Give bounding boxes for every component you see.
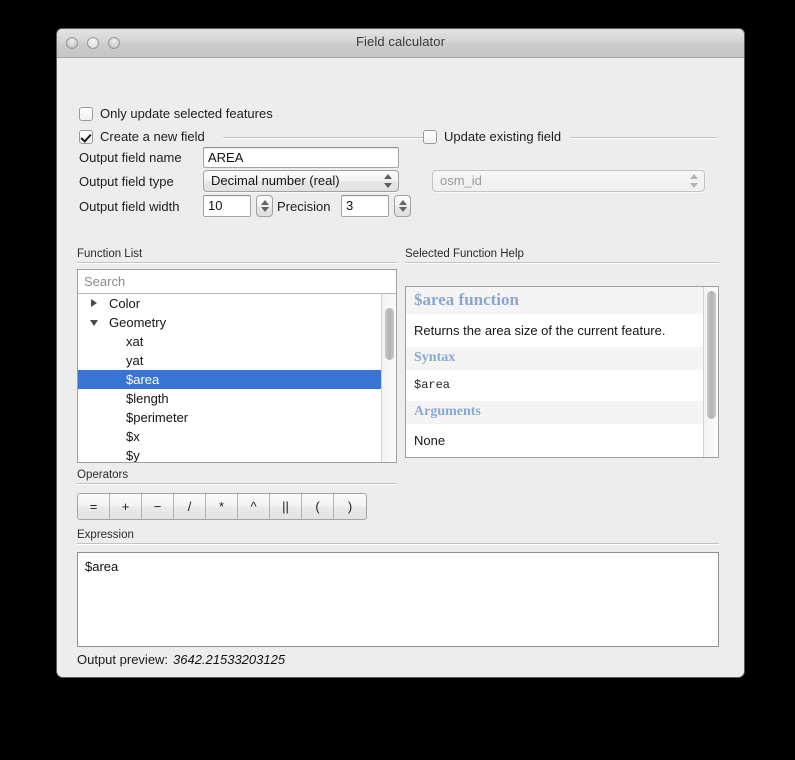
expression-rule [77, 543, 719, 545]
help-heading: $area function [406, 287, 703, 314]
help-syntax-code: $area [406, 370, 703, 401]
function-tree-scroll-thumb[interactable] [385, 308, 394, 360]
function-tree-label: $length [126, 391, 169, 406]
output-field-name-label: Output field name [79, 150, 182, 165]
operator-button[interactable]: + [110, 494, 142, 519]
help-description: Returns the area size of the current fea… [406, 314, 703, 347]
create-new-field-separator [223, 137, 423, 139]
operator-button[interactable]: ( [302, 494, 334, 519]
function-tree-label: $perimeter [126, 410, 188, 425]
output-field-name-input[interactable]: AREA [203, 147, 399, 168]
function-tree-label: $x [126, 429, 140, 444]
output-field-width-input[interactable]: 10 [203, 195, 251, 217]
help-content: $area function Returns the area size of … [406, 287, 703, 457]
window-title: Field calculator [57, 34, 744, 49]
function-tree-scrollbar[interactable] [381, 294, 396, 462]
function-tree-row[interactable]: Color [78, 294, 396, 313]
operators-bar: =+−/*^||() [77, 493, 367, 520]
help-panel: $area function Returns the area size of … [405, 286, 719, 458]
output-preview-value: 3642.21533203125 [173, 652, 285, 667]
update-existing-field-separator [570, 137, 717, 139]
create-new-field-checkbox[interactable] [79, 130, 93, 144]
function-tree-row[interactable]: $x [78, 427, 396, 446]
precision-input[interactable]: 3 [341, 195, 389, 217]
help-arguments-heading: Arguments [406, 401, 703, 424]
help-title: Selected Function Help [405, 248, 524, 260]
search-input[interactable]: Search [78, 270, 396, 294]
dialog-body: Only update selected features Create a n… [57, 58, 744, 678]
function-list-panel: Search Color Geometry xat yat $area $length $p… [77, 269, 397, 463]
function-tree-row[interactable]: $area [78, 370, 396, 389]
chevron-updown-icon [384, 173, 393, 189]
function-tree-label: $y [126, 448, 140, 462]
chevron-right-icon[interactable] [87, 294, 101, 312]
operator-button[interactable]: − [142, 494, 174, 519]
operator-button[interactable]: || [270, 494, 302, 519]
function-tree[interactable]: Color Geometry xat yat $area $length $perimete… [78, 294, 396, 462]
expression-title: Expression [77, 529, 134, 541]
help-syntax-heading: Syntax [406, 347, 703, 370]
precision-stepper[interactable] [394, 195, 411, 217]
output-field-width-label: Output field width [79, 199, 179, 214]
function-tree-row[interactable]: yat [78, 351, 396, 370]
function-tree-row[interactable]: $y [78, 446, 396, 462]
operator-button[interactable]: / [174, 494, 206, 519]
existing-field-combo[interactable]: osm_id [432, 170, 705, 192]
function-tree-row[interactable]: $length [78, 389, 396, 408]
function-tree-row[interactable]: $perimeter [78, 408, 396, 427]
function-list-rule [77, 262, 397, 264]
window-titlebar[interactable]: Field calculator [57, 29, 744, 58]
output-field-width-stepper[interactable] [256, 195, 273, 217]
existing-field-value: osm_id [440, 173, 482, 188]
chevron-down-icon[interactable] [87, 312, 101, 331]
function-tree-label: xat [126, 334, 143, 349]
function-tree-label: Color [109, 296, 140, 311]
only-update-selected-checkbox-row[interactable]: Only update selected features [79, 106, 273, 121]
update-existing-field-checkbox-row[interactable]: Update existing field [423, 129, 561, 144]
field-calculator-window: Field calculator Only update selected fe… [56, 28, 745, 678]
help-scrollbar[interactable] [703, 287, 718, 457]
update-existing-field-label: Update existing field [444, 129, 561, 144]
output-field-type-value: Decimal number (real) [211, 173, 340, 188]
operator-button[interactable]: = [78, 494, 110, 519]
function-list-title: Function List [77, 248, 142, 260]
update-existing-field-checkbox[interactable] [423, 130, 437, 144]
expression-textarea[interactable]: $area [77, 552, 719, 647]
output-field-type-combo[interactable]: Decimal number (real) [203, 170, 399, 192]
only-update-selected-checkbox[interactable] [79, 107, 93, 121]
operator-button[interactable]: * [206, 494, 238, 519]
function-tree-label: $area [126, 372, 159, 387]
help-scroll-thumb[interactable] [707, 291, 716, 419]
help-arguments-value: None [406, 424, 703, 457]
output-preview-label: Output preview: [77, 652, 168, 667]
operators-title: Operators [77, 469, 128, 481]
create-new-field-checkbox-row[interactable]: Create a new field [79, 129, 205, 144]
operator-button[interactable]: ^ [238, 494, 270, 519]
function-tree-row[interactable]: Geometry [78, 313, 396, 332]
chevron-updown-icon [690, 173, 699, 189]
function-tree-row[interactable]: xat [78, 332, 396, 351]
operator-button[interactable]: ) [334, 494, 366, 519]
function-tree-label: yat [126, 353, 143, 368]
create-new-field-label: Create a new field [100, 129, 205, 144]
precision-label: Precision [277, 199, 330, 214]
function-tree-label: Geometry [109, 315, 166, 330]
help-rule [405, 262, 719, 264]
operators-rule [77, 483, 397, 485]
output-field-type-label: Output field type [79, 174, 174, 189]
only-update-selected-label: Only update selected features [100, 106, 273, 121]
